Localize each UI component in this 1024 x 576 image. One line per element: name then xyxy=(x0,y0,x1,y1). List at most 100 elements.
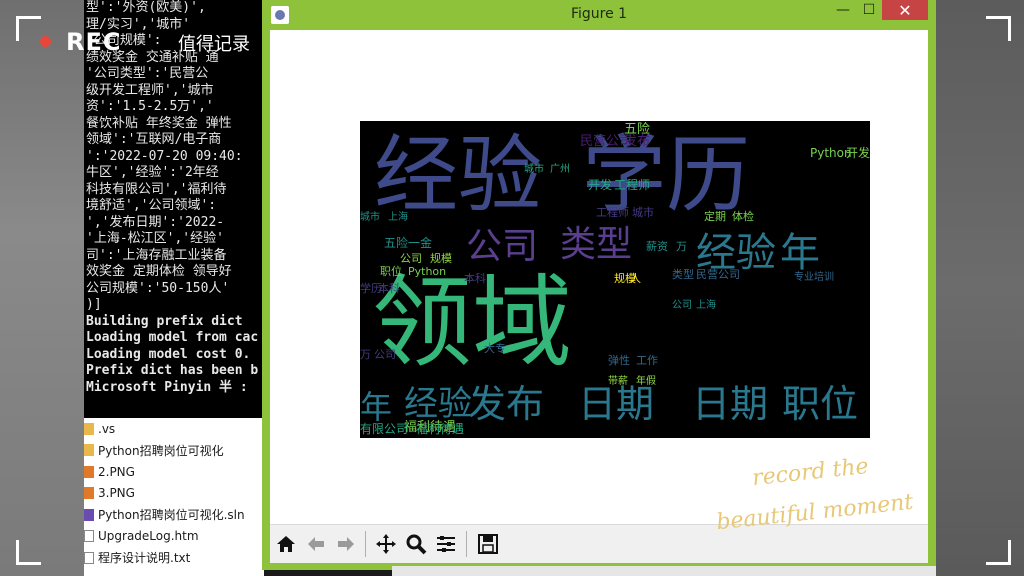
file-list-item[interactable]: 2.PNG xyxy=(84,461,264,483)
file-list-item[interactable]: Python招聘岗位可视化.sln xyxy=(84,504,264,526)
console-line: Loading model from cac xyxy=(86,330,259,345)
forward-arrow-icon[interactable] xyxy=(332,530,360,558)
word-cloud-word: 广州 xyxy=(550,164,570,175)
status-strip xyxy=(392,566,936,576)
word-cloud-word: 大专 xyxy=(484,342,506,355)
zoom-icon[interactable] xyxy=(402,530,430,558)
word-cloud-word: 本科 xyxy=(464,272,486,285)
word-cloud-word: 城市 xyxy=(360,212,380,223)
file-list-item[interactable]: 程序设计说明.txt xyxy=(84,547,264,569)
word-cloud-word: 年 xyxy=(360,388,393,426)
word-cloud-word: 城市 xyxy=(632,206,654,219)
word-cloud-word: 日期 xyxy=(578,382,655,426)
word-cloud-word: 五险一金 xyxy=(384,236,433,250)
file-list-item[interactable]: Python招聘岗位可视化 xyxy=(84,440,264,462)
word-cloud-word: 城市 xyxy=(524,164,544,175)
png-file-icon xyxy=(84,487,94,500)
word-cloud-word: 万 xyxy=(676,240,687,253)
file-name: 3.PNG xyxy=(98,486,135,501)
console-line: 资':'1.5-2.5万',' xyxy=(86,99,214,114)
word-cloud-word: 年 xyxy=(780,230,820,276)
word-cloud-word: 公司 xyxy=(672,300,692,311)
sln-file-icon xyxy=(84,508,94,521)
console-line: '上海-松江区','经验' xyxy=(86,231,224,246)
word-cloud-image: 经验 学历 公司 领域 类型 经验年年经验 发布 日期 日期 职位 福利待遇 五险 民营公司 发布 开发 工程… xyxy=(360,121,870,438)
configure-subplots-icon[interactable] xyxy=(432,530,460,558)
console-line: 效奖金 定期体检 领导好 xyxy=(86,264,232,279)
folder-icon xyxy=(84,422,94,435)
console-output: 型':'外资(欧美)', 理/实习','城市' '公司规模': 绩效奖金 交通补贴 通… xyxy=(84,0,264,396)
word-cloud-word: Python xyxy=(408,265,447,278)
word-cloud-word: 薪资 xyxy=(646,240,668,253)
console-line: 公司规模':'50-150人' xyxy=(86,280,230,296)
word-cloud-word: 规模 xyxy=(430,252,452,265)
back-arrow-icon[interactable] xyxy=(302,530,330,558)
document-icon xyxy=(84,530,94,543)
rec-subtitle: 值得记录 xyxy=(178,34,250,55)
console-line: ','发布日期':'2022- xyxy=(86,214,225,230)
frame-corner-top-right xyxy=(986,16,1011,41)
word-cloud-word: 经验 xyxy=(696,230,776,276)
word-cloud-word: 公司 xyxy=(400,252,422,265)
word-cloud-word: 经验 xyxy=(404,384,472,424)
word-cloud-word: 类型 xyxy=(672,268,694,281)
word-cloud-word: 年假 xyxy=(636,376,656,387)
console-line: 餐饮补贴 年终奖金 弹性 xyxy=(86,115,232,131)
maximize-button[interactable]: ☐ xyxy=(856,0,882,20)
word-cloud-word: 公司 xyxy=(374,348,396,361)
word-cloud-word: 领域 xyxy=(372,264,572,381)
file-list-item[interactable]: 3.PNG xyxy=(84,483,264,505)
console-line: 级开发工程师','城市 xyxy=(86,82,214,98)
word-cloud-word: 有限公司 xyxy=(360,422,409,436)
console-line: 型':'外资(欧美)', xyxy=(86,0,206,15)
file-name: 程序设计说明.txt xyxy=(98,551,191,566)
frame-corner-top-left xyxy=(16,16,41,41)
frame-corner-bottom-left xyxy=(16,540,41,565)
word-cloud-word: 学历 xyxy=(360,282,382,295)
word-cloud-word: 专业培训 xyxy=(794,272,834,283)
console-line: 境舒适','公司领域': xyxy=(86,198,217,213)
word-cloud-word: 弹性 xyxy=(608,354,630,367)
word-cloud-word: 职位 xyxy=(782,382,859,426)
close-button[interactable]: ✕ xyxy=(882,0,928,20)
title-bar[interactable]: Figure 1 — ☐ ✕ xyxy=(262,0,936,30)
word-cloud-word: 福利待遇 xyxy=(416,422,465,436)
console-line: 科技有限公司','福利待 xyxy=(86,181,227,197)
toolbar-separator xyxy=(365,531,366,557)
navigation-toolbar xyxy=(270,524,928,563)
document-icon xyxy=(84,551,94,564)
folder-icon xyxy=(84,444,94,457)
word-cloud-word: 发布 xyxy=(468,382,545,426)
console-line: )] xyxy=(86,297,102,312)
word-cloud-word: 上海 xyxy=(696,300,716,311)
file-name: Python招聘岗位可视化 xyxy=(98,443,224,458)
file-explorer: .vs Python招聘岗位可视化 2.PNG 3.PNG Python招聘岗位可视化.… xyxy=(84,418,264,576)
word-cloud-word: 工程师 xyxy=(596,206,629,219)
figure-window: Figure 1 — ☐ ✕ 经验 学历 公司 领域 类型 经验年年经验 发布 日期 日期 职位福… xyxy=(262,0,936,570)
background-left xyxy=(0,0,84,576)
word-cloud-word: 人 xyxy=(630,272,641,285)
console-line: 牛区','经验':'2年经 xyxy=(86,165,219,180)
rec-label: REC xyxy=(66,28,122,56)
save-icon[interactable] xyxy=(474,530,502,558)
word-cloud-word: 类型 xyxy=(560,224,633,265)
file-name: Python招聘岗位可视化.sln xyxy=(98,508,245,523)
word-cloud-word: 体检 xyxy=(732,210,754,223)
console-line: Building prefix dict xyxy=(86,313,243,329)
minimize-button[interactable]: — xyxy=(830,0,856,20)
word-cloud-word: 上海 xyxy=(388,212,408,223)
pan-icon[interactable] xyxy=(372,530,400,558)
home-icon[interactable] xyxy=(272,530,300,558)
toolbar-separator xyxy=(466,531,467,557)
console-line: '公司类型':'民营公 xyxy=(86,66,209,81)
word-cloud-word: 经验 xyxy=(374,126,543,224)
console-line: Loading model cost 0. xyxy=(86,346,251,362)
console-line: 司':'上海存融工业装备 xyxy=(86,247,227,263)
console-window: 型':'外资(欧美)', 理/实习','城市' '公司规模': 绩效奖金 交通补贴 通… xyxy=(84,0,264,418)
file-list-item[interactable]: UpgradeLog.htm xyxy=(84,526,264,548)
file-list-item[interactable]: .vs xyxy=(84,418,264,440)
figure-canvas: 经验 学历 公司 领域 类型 经验年年经验 发布 日期 日期 职位 福利待遇 五险 民营公司 发布 开发 工程… xyxy=(270,30,928,524)
console-line: ':'2022-07-20 09:40: xyxy=(86,148,243,164)
word-cloud-word: 定期 xyxy=(704,210,726,223)
file-list: .vs Python招聘岗位可视化 2.PNG 3.PNG Python招聘岗位可视化.… xyxy=(84,418,264,569)
